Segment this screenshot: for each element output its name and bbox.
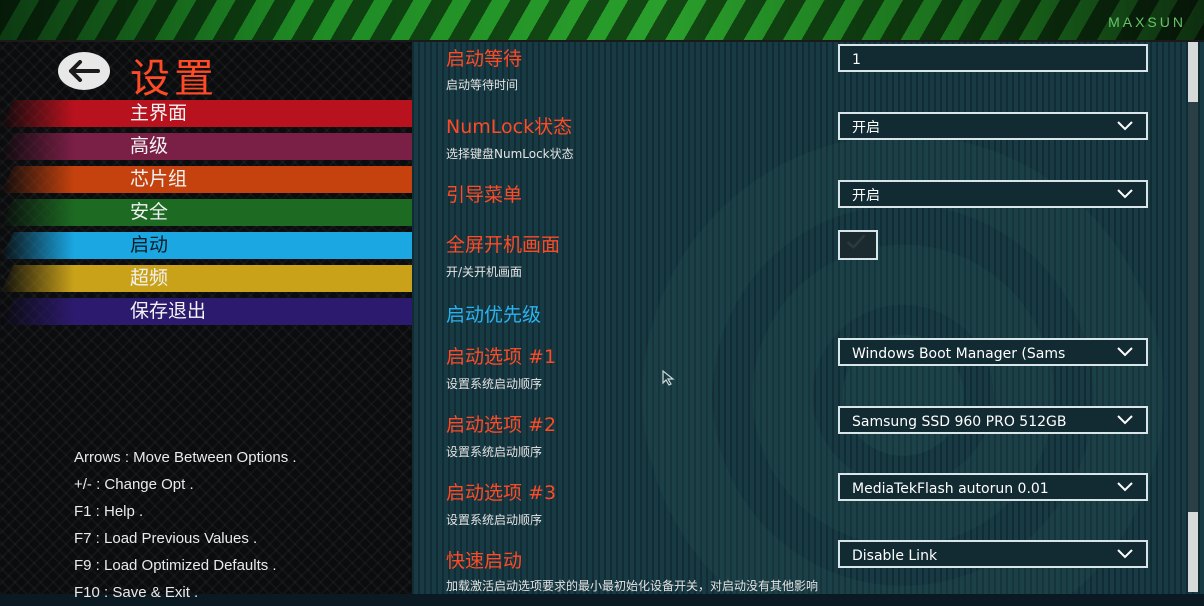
checkmark-icon bbox=[846, 234, 866, 249]
boot-wait-label: 启动等待 bbox=[446, 48, 523, 70]
sidebar-item-save-exit[interactable]: 保存退出 bbox=[0, 298, 412, 325]
settings-panel: 启动等待 启动等待时间 1 NumLock状态 选择键盘NumLock状态 开启… bbox=[412, 42, 1204, 594]
chevron-down-icon bbox=[1117, 121, 1133, 131]
boot-wait-input[interactable]: 1 bbox=[838, 44, 1148, 72]
boot-wait-value: 1 bbox=[852, 52, 861, 68]
help-line: +/- : Change Opt . bbox=[74, 476, 194, 493]
help-line: Arrows : Move Between Options . bbox=[74, 449, 297, 466]
sidebar-item-label: 保存退出 bbox=[130, 300, 207, 322]
numlock-select[interactable]: 开启 bbox=[838, 112, 1148, 140]
boot-option-2-desc: 设置系统启动顺序 bbox=[446, 445, 543, 459]
boot-priority-heading: 启动优先级 bbox=[446, 304, 542, 326]
sidebar-item-chipset[interactable]: 芯片组 bbox=[0, 166, 412, 193]
chevron-down-icon bbox=[1117, 347, 1133, 357]
boot-option-1-desc: 设置系统启动顺序 bbox=[446, 377, 543, 391]
boot-option-3-select[interactable]: MediaTekFlash autorun 0.01 bbox=[838, 473, 1148, 501]
help-line: F7 : Load Previous Values . bbox=[74, 530, 258, 547]
boot-option-2-value: Samsung SSD 960 PRO 512GB bbox=[852, 414, 1067, 430]
boot-menu-value: 开启 bbox=[852, 188, 880, 204]
sidebar-item-advanced[interactable]: 高级 bbox=[0, 133, 412, 160]
page-title: 设置 bbox=[130, 56, 218, 102]
chevron-down-icon bbox=[1117, 482, 1133, 492]
sidebar-item-label: 主界面 bbox=[130, 102, 188, 124]
top-banner: MAXSUN bbox=[0, 0, 1204, 42]
boot-option-3-label: 启动选项 #3 bbox=[446, 482, 557, 504]
sidebar-item-label: 高级 bbox=[130, 135, 169, 157]
help-line: F1 : Help . bbox=[74, 503, 144, 520]
boot-option-1-value: Windows Boot Manager (Sams bbox=[852, 346, 1066, 362]
sidebar: 设置 主界面 高级 芯片组 安全 启动 超频 保存退出 Arrows : Mov… bbox=[0, 42, 412, 601]
numlock-label: NumLock状态 bbox=[446, 116, 573, 138]
mouse-pointer-icon bbox=[662, 370, 675, 386]
fullscreen-logo-checkbox[interactable] bbox=[838, 230, 878, 260]
boot-menu-select[interactable]: 开启 bbox=[838, 180, 1148, 208]
boot-menu-label: 引导菜单 bbox=[446, 184, 523, 206]
help-line: F9 : Load Optimized Defaults . bbox=[74, 557, 277, 574]
sidebar-item-overclock[interactable]: 超频 bbox=[0, 265, 412, 292]
sidebar-item-label: 超频 bbox=[130, 267, 169, 289]
arrow-left-icon bbox=[69, 60, 100, 82]
scrollbar-thumb-lower[interactable] bbox=[1188, 512, 1198, 592]
numlock-desc: 选择键盘NumLock状态 bbox=[446, 147, 574, 161]
chevron-down-icon bbox=[1117, 549, 1133, 559]
boot-option-1-select[interactable]: Windows Boot Manager (Sams bbox=[838, 338, 1148, 366]
sidebar-item-label: 安全 bbox=[130, 201, 169, 223]
boot-option-1-label: 启动选项 #1 bbox=[446, 346, 557, 368]
boot-option-3-desc: 设置系统启动顺序 bbox=[446, 513, 543, 527]
fast-boot-select[interactable]: Disable Link bbox=[838, 540, 1148, 568]
sidebar-menu: 主界面 高级 芯片组 安全 启动 超频 保存退出 bbox=[0, 100, 412, 331]
fullscreen-logo-desc: 开/关开机画面 bbox=[446, 265, 523, 279]
sidebar-item-label: 芯片组 bbox=[130, 168, 188, 190]
boot-wait-desc: 启动等待时间 bbox=[446, 78, 519, 92]
boot-option-2-select[interactable]: Samsung SSD 960 PRO 512GB bbox=[838, 406, 1148, 434]
brand-logo: MAXSUN bbox=[1108, 14, 1186, 30]
fast-boot-desc: 加载激活启动选项要求的最小最初始化设备开关，对启动没有其他影响 bbox=[446, 579, 819, 593]
fast-boot-value: Disable Link bbox=[852, 548, 938, 564]
fast-boot-label: 快速启动 bbox=[446, 550, 523, 572]
chevron-down-icon bbox=[1117, 415, 1133, 425]
boot-option-3-value: MediaTekFlash autorun 0.01 bbox=[852, 481, 1049, 497]
help-line: F10 : Save & Exit . bbox=[74, 584, 199, 601]
scrollbar-thumb[interactable] bbox=[1188, 42, 1198, 102]
back-button[interactable] bbox=[58, 52, 110, 90]
sidebar-item-label: 启动 bbox=[130, 234, 169, 256]
sidebar-item-main[interactable]: 主界面 bbox=[0, 100, 412, 127]
fullscreen-logo-label: 全屏开机画面 bbox=[446, 234, 561, 256]
numlock-value: 开启 bbox=[852, 120, 880, 136]
scrollbar[interactable] bbox=[1188, 42, 1198, 592]
sidebar-item-boot[interactable]: 启动 bbox=[0, 232, 412, 259]
help-text: Arrows : Move Between Options . +/- : Ch… bbox=[74, 444, 297, 606]
sidebar-item-security[interactable]: 安全 bbox=[0, 199, 412, 226]
chevron-down-icon bbox=[1117, 189, 1133, 199]
boot-option-2-label: 启动选项 #2 bbox=[446, 414, 557, 436]
